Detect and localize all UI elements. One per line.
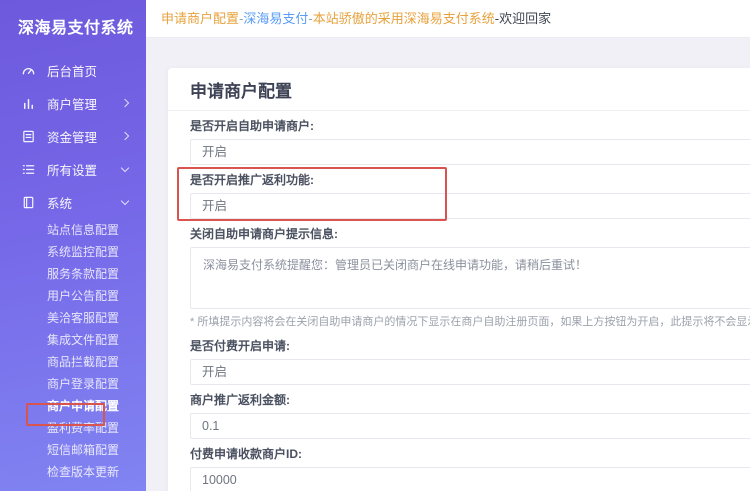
- page-title: 申请商户配置: [168, 68, 750, 111]
- field-paid-apply: 是否付费开启申请: 开启: [190, 339, 750, 385]
- field-label: 是否开启自助申请商户:: [190, 119, 750, 133]
- sidebar-item-all-settings[interactable]: 所有设置: [0, 153, 146, 186]
- sidebar: 深海易支付系统 后台首页 商户管理: [0, 0, 146, 491]
- self-apply-select[interactable]: 开启: [190, 139, 750, 165]
- chevron-right-icon: [121, 99, 129, 107]
- sidebar-item-label: 后台首页: [47, 61, 97, 80]
- sidebar-subitem-version-check[interactable]: 检查版本更新: [0, 461, 146, 483]
- breadcrumb-segment: 申请商户配置: [161, 11, 239, 26]
- dashboard-icon: [21, 63, 36, 78]
- sidebar-subitem-merchant-login[interactable]: 商户登录配置: [0, 373, 146, 395]
- chevron-right-icon: [121, 132, 129, 140]
- sidebar-item-funds-mgmt[interactable]: 资金管理: [0, 120, 146, 153]
- sidebar-subitem-profit-rate[interactable]: 盈利费率配置: [0, 417, 146, 439]
- sidebar-subitem-goods-block[interactable]: 商品拦截配置: [0, 351, 146, 373]
- sidebar-subitem-user-notice[interactable]: 用户公告配置: [0, 285, 146, 307]
- sidebar-item-label: 所有设置: [47, 160, 97, 179]
- topbar-breadcrumb: 申请商户配置-深海易支付-本站骄傲的采用深海易支付系统-欢迎回家: [146, 0, 750, 38]
- sidebar-item-label: 系统: [47, 193, 72, 212]
- funds-icon: [21, 129, 36, 144]
- breadcrumb-segment-link[interactable]: 深海易支付: [243, 11, 308, 26]
- paid-apply-select[interactable]: 开启: [190, 359, 750, 385]
- app-title: 深海易支付系统: [0, 0, 146, 54]
- sidebar-item-system[interactable]: 系统: [0, 186, 146, 219]
- config-form: 是否开启自助申请商户: 开启 是否开启推广返利功能: 开启 关闭自助申请商户提示…: [168, 111, 750, 491]
- sidebar-subitem-integration[interactable]: 集成文件配置: [0, 329, 146, 351]
- field-label: 商户推广返利金额:: [190, 393, 750, 407]
- close-tip-textarea[interactable]: 深海易支付系统提醒您：管理员已关闭商户在线申请功能，请稍后重试！: [190, 247, 750, 309]
- chevron-down-icon: [121, 197, 129, 205]
- sidebar-menu: 后台首页 商户管理 资金管理: [0, 54, 146, 219]
- sidebar-subitem-merchant-apply[interactable]: 商户申请配置: [0, 395, 146, 417]
- field-self-apply: 是否开启自助申请商户: 开启: [190, 119, 750, 165]
- settings-list-icon: [21, 162, 36, 177]
- chevron-down-icon: [121, 164, 129, 172]
- sidebar-subitem-site-info[interactable]: 站点信息配置: [0, 219, 146, 241]
- bar-chart-icon: [21, 96, 36, 111]
- payee-merchant-id-input[interactable]: [190, 467, 750, 491]
- sidebar-subitem-terms[interactable]: 服务条款配置: [0, 263, 146, 285]
- rebate-amount-input[interactable]: [190, 413, 750, 439]
- sidebar-item-label: 商户管理: [47, 94, 97, 113]
- field-label: 是否开启推广返利功能:: [190, 173, 750, 187]
- sidebar-item-merchant-mgmt[interactable]: 商户管理: [0, 87, 146, 120]
- promo-rebate-select[interactable]: 开启: [190, 193, 750, 219]
- field-label: 是否付费开启申请:: [190, 339, 750, 353]
- field-close-tip: 关闭自助申请商户提示信息: 深海易支付系统提醒您：管理员已关闭商户在线申请功能，…: [190, 227, 750, 329]
- field-label: 付费申请收款商户ID:: [190, 447, 750, 461]
- system-icon: [21, 195, 36, 210]
- breadcrumb-segment: 本站骄傲的采用深海易支付系统: [313, 11, 495, 26]
- sidebar-subitem-sms-mail[interactable]: 短信邮箱配置: [0, 439, 146, 461]
- field-label: 关闭自助申请商户提示信息:: [190, 227, 750, 241]
- field-payee-merchant-id: 付费申请收款商户ID:: [190, 447, 750, 491]
- content-area: 申请商户配置 是否开启自助申请商户: 开启 是否开启推广返利功能: 开启 关闭自…: [146, 38, 750, 491]
- sidebar-subitem-meiqia[interactable]: 美洽客服配置: [0, 307, 146, 329]
- sidebar-item-dashboard[interactable]: 后台首页: [0, 54, 146, 87]
- sidebar-submenu: 站点信息配置 系统监控配置 服务条款配置 用户公告配置 美洽客服配置 集成文件配…: [0, 219, 146, 483]
- field-help-text: * 所填提示内容将会在关闭自助申请商户的情况下显示在商户自助注册页面，如果上方按…: [190, 315, 750, 329]
- field-rebate-amount: 商户推广返利金额:: [190, 393, 750, 439]
- breadcrumb-segment: 欢迎回家: [499, 11, 551, 26]
- merchant-apply-config-card: 申请商户配置 是否开启自助申请商户: 开启 是否开启推广返利功能: 开启 关闭自…: [168, 68, 750, 491]
- sidebar-subitem-sys-monitor[interactable]: 系统监控配置: [0, 241, 146, 263]
- sidebar-item-label: 资金管理: [47, 127, 97, 146]
- field-promo-rebate: 是否开启推广返利功能: 开启: [190, 173, 750, 219]
